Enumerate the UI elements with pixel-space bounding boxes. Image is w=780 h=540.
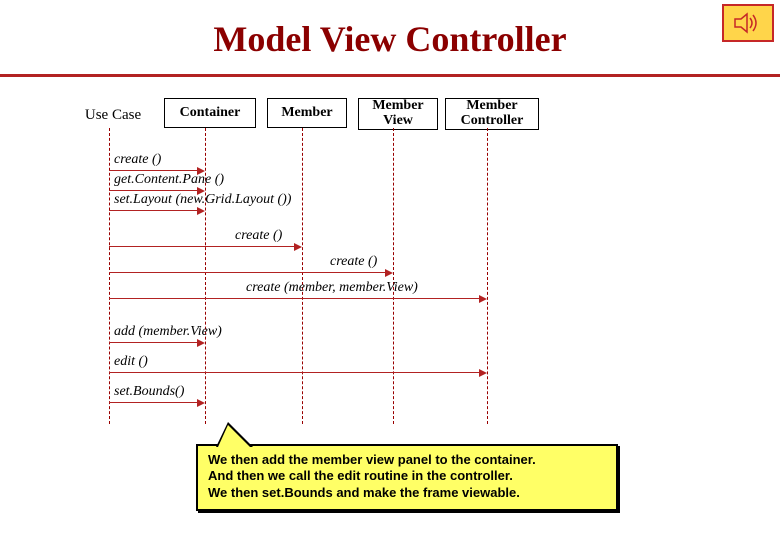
lifeline-use-case [109, 128, 110, 424]
msg-add-member-view: add (member.View) [114, 324, 222, 340]
callout-line-1: We then add the member view panel to the… [208, 452, 608, 468]
participant-member-view: Member View [358, 98, 438, 130]
callout-line-2: And then we call the edit routine in the… [208, 468, 608, 484]
participant-use-case: Use Case [70, 102, 156, 130]
lifeline-member [302, 128, 303, 424]
annotation-callout: We then add the member view panel to the… [196, 444, 618, 511]
slide-title: Model View Controller [0, 0, 780, 74]
callout-pointer-fill [218, 425, 250, 447]
msg-create-member: create () [235, 228, 282, 244]
msg-create-container: create () [114, 152, 161, 168]
msg-create-controller: create (member, member.View) [246, 280, 418, 296]
msg-get-content-pane: get.Content.Pane () [114, 172, 224, 188]
title-rule [0, 74, 780, 77]
msg-create-member-view: create () [330, 254, 377, 270]
msg-set-bounds: set.Bounds() [114, 384, 184, 400]
lifeline-member-controller [487, 128, 488, 424]
participant-member-controller: Member Controller [445, 98, 539, 130]
participant-member: Member [267, 98, 347, 128]
lifeline-member-view [393, 128, 394, 424]
participant-container: Container [164, 98, 256, 128]
speaker-icon [722, 4, 774, 42]
callout-line-3: We then set.Bounds and make the frame vi… [208, 485, 608, 501]
sequence-diagram: Use Case Container Member Member View Me… [80, 96, 700, 426]
msg-edit: edit () [114, 354, 148, 370]
